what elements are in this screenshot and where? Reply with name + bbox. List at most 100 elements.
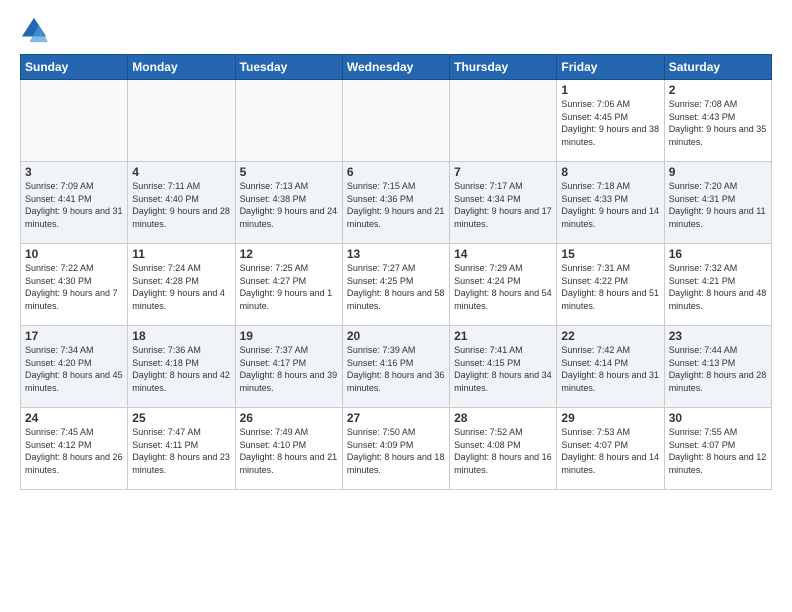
calendar-header-row: SundayMondayTuesdayWednesdayThursdayFrid…	[21, 55, 772, 80]
weekday-header-thursday: Thursday	[450, 55, 557, 80]
day-number: 11	[132, 247, 230, 261]
day-number: 7	[454, 165, 552, 179]
calendar-cell: 12Sunrise: 7:25 AM Sunset: 4:27 PM Dayli…	[235, 244, 342, 326]
day-info: Sunrise: 7:41 AM Sunset: 4:15 PM Dayligh…	[454, 344, 552, 394]
weekday-header-tuesday: Tuesday	[235, 55, 342, 80]
calendar-cell: 21Sunrise: 7:41 AM Sunset: 4:15 PM Dayli…	[450, 326, 557, 408]
calendar-cell: 29Sunrise: 7:53 AM Sunset: 4:07 PM Dayli…	[557, 408, 664, 490]
calendar-cell: 8Sunrise: 7:18 AM Sunset: 4:33 PM Daylig…	[557, 162, 664, 244]
day-number: 8	[561, 165, 659, 179]
day-number: 9	[669, 165, 767, 179]
calendar-cell: 27Sunrise: 7:50 AM Sunset: 4:09 PM Dayli…	[342, 408, 449, 490]
weekday-header-friday: Friday	[557, 55, 664, 80]
calendar-cell	[342, 80, 449, 162]
day-number: 16	[669, 247, 767, 261]
calendar-cell	[128, 80, 235, 162]
day-info: Sunrise: 7:53 AM Sunset: 4:07 PM Dayligh…	[561, 426, 659, 476]
day-number: 5	[240, 165, 338, 179]
day-info: Sunrise: 7:06 AM Sunset: 4:45 PM Dayligh…	[561, 98, 659, 148]
day-info: Sunrise: 7:32 AM Sunset: 4:21 PM Dayligh…	[669, 262, 767, 312]
calendar-cell: 23Sunrise: 7:44 AM Sunset: 4:13 PM Dayli…	[664, 326, 771, 408]
calendar-cell	[235, 80, 342, 162]
day-info: Sunrise: 7:25 AM Sunset: 4:27 PM Dayligh…	[240, 262, 338, 312]
day-info: Sunrise: 7:42 AM Sunset: 4:14 PM Dayligh…	[561, 344, 659, 394]
calendar-cell	[450, 80, 557, 162]
day-number: 12	[240, 247, 338, 261]
calendar-cell: 25Sunrise: 7:47 AM Sunset: 4:11 PM Dayli…	[128, 408, 235, 490]
calendar-cell: 14Sunrise: 7:29 AM Sunset: 4:24 PM Dayli…	[450, 244, 557, 326]
day-number: 14	[454, 247, 552, 261]
day-number: 28	[454, 411, 552, 425]
calendar-cell: 16Sunrise: 7:32 AM Sunset: 4:21 PM Dayli…	[664, 244, 771, 326]
calendar-cell: 22Sunrise: 7:42 AM Sunset: 4:14 PM Dayli…	[557, 326, 664, 408]
day-info: Sunrise: 7:52 AM Sunset: 4:08 PM Dayligh…	[454, 426, 552, 476]
calendar: SundayMondayTuesdayWednesdayThursdayFrid…	[20, 54, 772, 490]
day-info: Sunrise: 7:37 AM Sunset: 4:17 PM Dayligh…	[240, 344, 338, 394]
calendar-cell: 28Sunrise: 7:52 AM Sunset: 4:08 PM Dayli…	[450, 408, 557, 490]
day-info: Sunrise: 7:36 AM Sunset: 4:18 PM Dayligh…	[132, 344, 230, 394]
day-number: 17	[25, 329, 123, 343]
day-info: Sunrise: 7:50 AM Sunset: 4:09 PM Dayligh…	[347, 426, 445, 476]
logo	[20, 16, 52, 44]
calendar-cell: 9Sunrise: 7:20 AM Sunset: 4:31 PM Daylig…	[664, 162, 771, 244]
day-number: 21	[454, 329, 552, 343]
calendar-cell: 2Sunrise: 7:08 AM Sunset: 4:43 PM Daylig…	[664, 80, 771, 162]
day-number: 10	[25, 247, 123, 261]
weekday-header-wednesday: Wednesday	[342, 55, 449, 80]
day-info: Sunrise: 7:34 AM Sunset: 4:20 PM Dayligh…	[25, 344, 123, 394]
day-number: 27	[347, 411, 445, 425]
calendar-cell: 6Sunrise: 7:15 AM Sunset: 4:36 PM Daylig…	[342, 162, 449, 244]
day-number: 3	[25, 165, 123, 179]
calendar-week-1: 1Sunrise: 7:06 AM Sunset: 4:45 PM Daylig…	[21, 80, 772, 162]
day-info: Sunrise: 7:44 AM Sunset: 4:13 PM Dayligh…	[669, 344, 767, 394]
day-info: Sunrise: 7:31 AM Sunset: 4:22 PM Dayligh…	[561, 262, 659, 312]
calendar-week-4: 17Sunrise: 7:34 AM Sunset: 4:20 PM Dayli…	[21, 326, 772, 408]
day-number: 18	[132, 329, 230, 343]
day-info: Sunrise: 7:24 AM Sunset: 4:28 PM Dayligh…	[132, 262, 230, 312]
day-number: 26	[240, 411, 338, 425]
weekday-header-saturday: Saturday	[664, 55, 771, 80]
calendar-cell: 1Sunrise: 7:06 AM Sunset: 4:45 PM Daylig…	[557, 80, 664, 162]
day-number: 30	[669, 411, 767, 425]
day-info: Sunrise: 7:55 AM Sunset: 4:07 PM Dayligh…	[669, 426, 767, 476]
day-info: Sunrise: 7:18 AM Sunset: 4:33 PM Dayligh…	[561, 180, 659, 230]
calendar-week-2: 3Sunrise: 7:09 AM Sunset: 4:41 PM Daylig…	[21, 162, 772, 244]
calendar-cell: 20Sunrise: 7:39 AM Sunset: 4:16 PM Dayli…	[342, 326, 449, 408]
calendar-cell: 19Sunrise: 7:37 AM Sunset: 4:17 PM Dayli…	[235, 326, 342, 408]
calendar-cell: 11Sunrise: 7:24 AM Sunset: 4:28 PM Dayli…	[128, 244, 235, 326]
calendar-cell: 30Sunrise: 7:55 AM Sunset: 4:07 PM Dayli…	[664, 408, 771, 490]
calendar-cell: 5Sunrise: 7:13 AM Sunset: 4:38 PM Daylig…	[235, 162, 342, 244]
day-number: 1	[561, 83, 659, 97]
day-info: Sunrise: 7:47 AM Sunset: 4:11 PM Dayligh…	[132, 426, 230, 476]
calendar-cell: 18Sunrise: 7:36 AM Sunset: 4:18 PM Dayli…	[128, 326, 235, 408]
day-info: Sunrise: 7:27 AM Sunset: 4:25 PM Dayligh…	[347, 262, 445, 312]
day-number: 19	[240, 329, 338, 343]
day-number: 23	[669, 329, 767, 343]
calendar-cell: 15Sunrise: 7:31 AM Sunset: 4:22 PM Dayli…	[557, 244, 664, 326]
day-number: 2	[669, 83, 767, 97]
day-info: Sunrise: 7:49 AM Sunset: 4:10 PM Dayligh…	[240, 426, 338, 476]
day-number: 15	[561, 247, 659, 261]
calendar-cell	[21, 80, 128, 162]
calendar-cell: 10Sunrise: 7:22 AM Sunset: 4:30 PM Dayli…	[21, 244, 128, 326]
logo-icon	[20, 16, 48, 44]
day-number: 24	[25, 411, 123, 425]
calendar-week-3: 10Sunrise: 7:22 AM Sunset: 4:30 PM Dayli…	[21, 244, 772, 326]
day-number: 6	[347, 165, 445, 179]
day-info: Sunrise: 7:45 AM Sunset: 4:12 PM Dayligh…	[25, 426, 123, 476]
day-number: 22	[561, 329, 659, 343]
day-number: 13	[347, 247, 445, 261]
calendar-cell: 24Sunrise: 7:45 AM Sunset: 4:12 PM Dayli…	[21, 408, 128, 490]
calendar-cell: 17Sunrise: 7:34 AM Sunset: 4:20 PM Dayli…	[21, 326, 128, 408]
day-info: Sunrise: 7:11 AM Sunset: 4:40 PM Dayligh…	[132, 180, 230, 230]
day-info: Sunrise: 7:22 AM Sunset: 4:30 PM Dayligh…	[25, 262, 123, 312]
day-info: Sunrise: 7:29 AM Sunset: 4:24 PM Dayligh…	[454, 262, 552, 312]
day-info: Sunrise: 7:08 AM Sunset: 4:43 PM Dayligh…	[669, 98, 767, 148]
page: SundayMondayTuesdayWednesdayThursdayFrid…	[0, 0, 792, 612]
day-number: 29	[561, 411, 659, 425]
day-info: Sunrise: 7:13 AM Sunset: 4:38 PM Dayligh…	[240, 180, 338, 230]
day-number: 20	[347, 329, 445, 343]
day-number: 25	[132, 411, 230, 425]
day-info: Sunrise: 7:15 AM Sunset: 4:36 PM Dayligh…	[347, 180, 445, 230]
day-info: Sunrise: 7:20 AM Sunset: 4:31 PM Dayligh…	[669, 180, 767, 230]
